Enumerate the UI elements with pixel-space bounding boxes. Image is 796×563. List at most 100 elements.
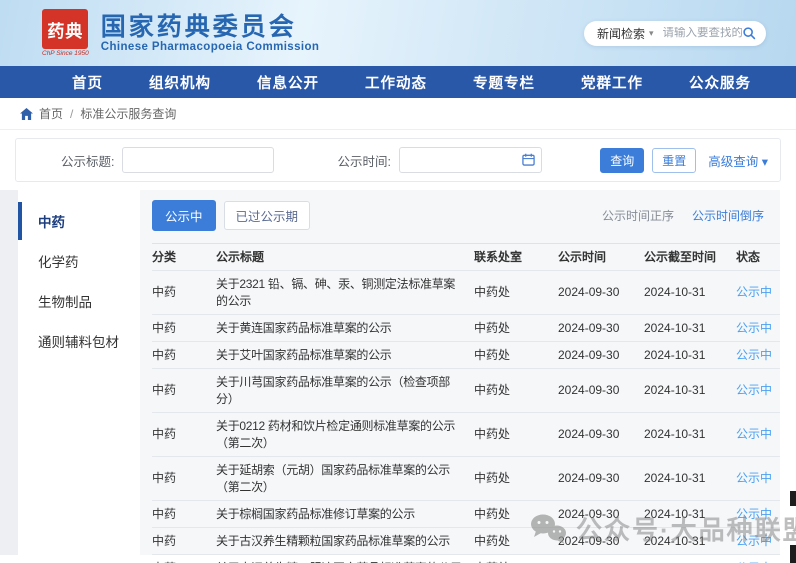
cell-category: 中药	[152, 285, 177, 299]
cell-category: 中药	[152, 555, 216, 563]
cell-office: 中药处	[474, 285, 511, 299]
nav-item[interactable]: 首页	[72, 72, 103, 93]
advanced-query-link[interactable]: 高级查询 ▾	[708, 151, 768, 170]
main-area: 中药 化学药 生物制品 通则辅料包材 公示中 已过公示期 公示时间正序 公示时间…	[0, 190, 796, 563]
results-panel: 公示中 已过公示期 公示时间正序 公示时间倒序 分类 公示标题 联系处室 公示时…	[140, 190, 780, 563]
cell-category: 中药	[152, 427, 177, 441]
search-input[interactable]	[662, 27, 742, 39]
col-header-office: 联系处室	[474, 249, 523, 264]
home-icon[interactable]	[20, 107, 33, 120]
search-category-select[interactable]: 新闻检索	[597, 25, 645, 42]
query-button[interactable]: 查询	[600, 147, 645, 173]
title-filter-label: 公示标题:	[61, 154, 115, 169]
nav-item[interactable]: 信息公开	[257, 72, 319, 93]
cell-status-link[interactable]: 公示中	[736, 422, 780, 448]
time-filter-field	[398, 147, 542, 173]
calendar-icon[interactable]	[522, 153, 535, 166]
cell-category: 中药	[152, 347, 177, 362]
table-header-row: 分类 公示标题 联系处室 公示时间 公示截至时间 状态	[152, 243, 780, 271]
cell-status-link[interactable]: 公示中	[736, 555, 780, 563]
sort-time-asc[interactable]: 公示时间正序	[602, 207, 674, 224]
cell-title-link[interactable]: 关于艾叶国家药品标准草案的公示	[216, 342, 474, 368]
table-row: 中药 关于川芎国家药品标准草案的公示（检查项部分） 中药处 2024-09-30…	[152, 369, 780, 413]
table-row: 中药 关于黄连国家药品标准草案的公示 中药处 2024-09-30 2024-1…	[152, 315, 780, 342]
table-row: 中药 关于古汉养生精口服液国家药品标准草案的公示 中药处 2024-09-30 …	[152, 555, 780, 563]
site-logo: 药典 ChP Since 1950	[42, 9, 89, 57]
table-row: 中药 关于0212 药材和饮片检定通则标准草案的公示（第二次） 中药处 2024…	[152, 413, 780, 457]
filter-box: 公示标题: 公示时间: 查询 重置 高级查询 ▾	[15, 138, 781, 182]
table-row: 中药 关于棕榈国家药品标准修订草案的公示 中药处 2024-09-30 2024…	[152, 501, 780, 528]
cell-category: 中药	[152, 383, 177, 397]
nav-item[interactable]: 公众服务	[689, 72, 751, 93]
cell-publish-date: 2024-09-30	[558, 555, 644, 563]
cell-title-link[interactable]: 关于棕榈国家药品标准修订草案的公示	[216, 501, 474, 527]
filter-actions: 查询 重置 高级查询 ▾	[600, 147, 768, 173]
cell-office: 中药处	[474, 347, 511, 362]
header-search[interactable]: 新闻检索 ▾	[584, 20, 766, 46]
cell-status-link[interactable]: 公示中	[736, 315, 780, 341]
scrollbar-thumb[interactable]	[790, 491, 796, 506]
filter-section: 公示标题: 公示时间: 查询 重置 高级查询 ▾	[0, 130, 796, 182]
cell-title-link[interactable]: 关于黄连国家药品标准草案的公示	[216, 315, 474, 341]
brand-block: 国家药典委员会 Chinese Pharmacopoeia Commission	[101, 13, 320, 54]
cell-title-link[interactable]: 关于古汉养生精口服液国家药品标准草案的公示	[216, 555, 474, 563]
nav-item[interactable]: 组织机构	[149, 72, 211, 93]
nav-item[interactable]: 专题专栏	[473, 72, 535, 93]
nav-item[interactable]: 党群工作	[581, 72, 643, 93]
sidebar-item[interactable]: 化学药	[18, 242, 140, 280]
cell-title-link[interactable]: 关于0212 药材和饮片检定通则标准草案的公示（第二次）	[216, 413, 474, 456]
cell-publish-date: 2024-09-30	[558, 506, 620, 521]
cell-status-link[interactable]: 公示中	[736, 528, 780, 554]
breadcrumb-separator: /	[70, 106, 74, 121]
page: 药典 ChP Since 1950 国家药典委员会 Chinese Pharma…	[0, 0, 796, 563]
cell-office: 中药处	[474, 471, 511, 485]
cell-title-link[interactable]: 关于古汉养生精颗粒国家药品标准草案的公示	[216, 528, 474, 554]
left-gutter	[0, 190, 18, 555]
category-sidebar: 中药 化学药 生物制品 通则辅料包材	[18, 190, 140, 555]
sort-time-desc[interactable]: 公示时间倒序	[692, 207, 764, 224]
tab-in-publicity[interactable]: 公示中	[152, 200, 216, 231]
cell-deadline-date: 2024-10-31	[644, 533, 706, 548]
tab-expired[interactable]: 已过公示期	[223, 201, 311, 230]
col-header-category: 分类	[152, 249, 177, 264]
col-header-publish: 公示时间	[558, 249, 607, 264]
cell-publish-date: 2024-09-30	[558, 347, 620, 362]
cell-category: 中药	[152, 471, 177, 485]
cell-deadline-date: 2024-10-31	[644, 427, 706, 441]
table-row: 中药 关于2321 铅、镉、砷、汞、铜测定法标准草案的公示 中药处 2024-0…	[152, 271, 780, 315]
cell-status-link[interactable]: 公示中	[736, 378, 780, 404]
cell-deadline-date: 2024-10-31	[644, 555, 736, 563]
cell-status-link[interactable]: 公示中	[736, 501, 780, 527]
main-nav: 首页 组织机构 信息公开 工作动态 专题专栏 党群工作 公众服务	[0, 66, 796, 98]
cell-publish-date: 2024-09-30	[558, 533, 620, 548]
breadcrumb: 首页 / 标准公示服务查询	[0, 98, 796, 130]
cell-status-link[interactable]: 公示中	[736, 280, 780, 306]
time-filter-input[interactable]	[398, 147, 542, 173]
sort-links: 公示时间正序 公示时间倒序	[602, 207, 764, 224]
cell-office: 中药处	[474, 555, 558, 563]
cell-title-link[interactable]: 关于2321 铅、镉、砷、汞、铜测定法标准草案的公示	[216, 271, 474, 314]
cell-category: 中药	[152, 320, 177, 335]
site-title: 国家药典委员会	[100, 12, 297, 41]
sidebar-item[interactable]: 通则辅料包材	[18, 322, 140, 360]
cell-publish-date: 2024-09-30	[558, 320, 620, 335]
cell-status-link[interactable]: 公示中	[736, 342, 780, 368]
cell-publish-date: 2024-09-30	[558, 285, 620, 299]
cell-office: 中药处	[474, 320, 511, 335]
nav-item[interactable]: 工作动态	[365, 72, 427, 93]
cell-deadline-date: 2024-10-31	[644, 471, 706, 485]
sidebar-item[interactable]: 中药	[18, 202, 140, 240]
cell-title-link[interactable]: 关于延胡索（元胡）国家药品标准草案的公示（第二次）	[216, 457, 474, 500]
cell-deadline-date: 2024-10-31	[644, 506, 706, 521]
status-tabs: 公示中 已过公示期 公示时间正序 公示时间倒序	[152, 200, 780, 231]
sidebar-item[interactable]: 生物制品	[18, 282, 140, 320]
breadcrumb-home[interactable]: 首页	[39, 105, 63, 122]
cell-office: 中药处	[474, 383, 511, 397]
scrollbar-thumb[interactable]	[790, 545, 796, 563]
search-icon[interactable]	[742, 26, 756, 40]
cell-status-link[interactable]: 公示中	[736, 466, 780, 492]
cell-title-link[interactable]: 关于川芎国家药品标准草案的公示（检查项部分）	[216, 369, 474, 412]
breadcrumb-current: 标准公示服务查询	[80, 107, 177, 121]
reset-button[interactable]: 重置	[652, 147, 697, 173]
title-filter-input[interactable]	[122, 147, 275, 173]
